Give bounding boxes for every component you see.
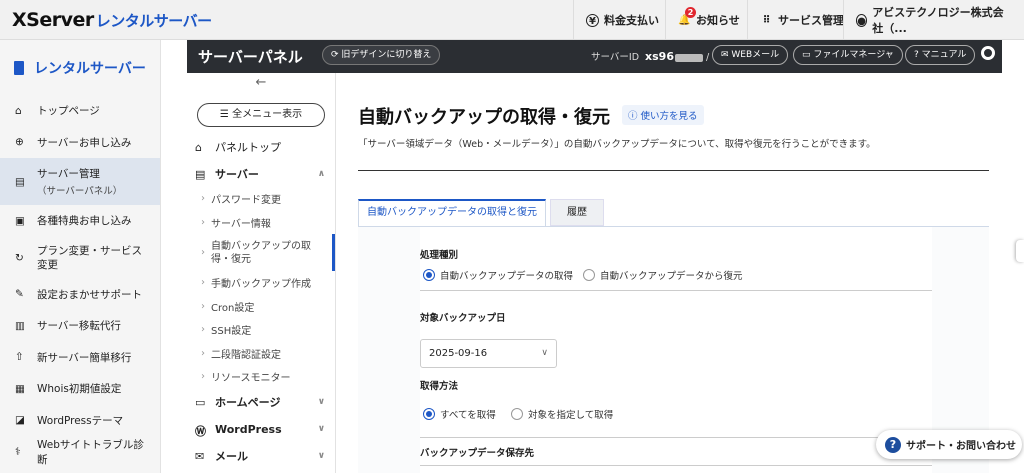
menu-panel-top[interactable]: ⌂ パネルトップ <box>187 133 335 160</box>
menu-item-manual-backup[interactable]: 手動バックアップ作成 <box>187 271 335 295</box>
radio-icon <box>511 408 523 420</box>
window-icon: ▭ <box>195 396 206 409</box>
sidebar-item-plan-change[interactable]: ↻ プラン変更・サービス変更 <box>0 237 160 279</box>
mail-icon: ✉ <box>195 450 205 463</box>
bell-icon: 🔔 2 <box>678 6 696 27</box>
side-drawer-handle[interactable] <box>1016 240 1024 262</box>
method-label: 取得方法 <box>420 381 459 392</box>
file-manager-button[interactable]: ▭ ファイルマネージャ <box>793 45 903 65</box>
radio-restore-backup[interactable]: 自動バックアップデータから復元 <box>583 268 743 282</box>
plus-circle-icon: ⊕ <box>15 136 24 149</box>
save-destination-label: バックアップデータ保存先 <box>420 448 535 459</box>
backup-date-select[interactable]: 2025-09-16 ∨ <box>420 339 557 368</box>
menu-item-auto-backup[interactable]: 自動バックアップの取得・復元 <box>187 234 335 271</box>
sidebar-item-diagnosis[interactable]: ⚕ Webサイトトラブル診断 <box>0 436 160 468</box>
menu-item-resource[interactable]: リソースモニター <box>187 365 335 389</box>
sidebar: レンタルサーバー ⌂ トップページ ⊕ サーバーお申し込み ▤ サーバー管理 （サーバー… <box>0 40 161 473</box>
radio-get-all[interactable]: すべてを取得 <box>423 407 496 421</box>
sidebar-item-easy-migration[interactable]: ⇧ 新サーバー簡単移行 <box>0 342 160 374</box>
divider <box>358 170 989 171</box>
back-arrow-icon[interactable]: ← <box>187 73 335 95</box>
menu-item-cron[interactable]: Cron設定 <box>187 295 335 319</box>
theme-icon: ◪ <box>15 414 25 427</box>
divider <box>420 290 932 291</box>
server-panel-bar: サーバーパネル ⟳ 旧デザインに切り替え サーバーID xs96 / ✉ WEBメ… <box>187 40 1002 73</box>
refresh-icon: ↻ <box>15 251 24 264</box>
xserver-logo[interactable]: XServer レンタルサーバー <box>12 9 212 31</box>
gear-icon[interactable] <box>981 46 995 60</box>
menu-item-server-info[interactable]: サーバー情報 <box>187 211 335 235</box>
main-content: 自動バックアップの取得・復元 ⓘ 使い方を見る 「サーバー領域データ（Web・メ… <box>358 73 998 474</box>
radio-icon <box>583 269 595 281</box>
wordpress-icon: Ⓦ <box>195 425 206 438</box>
sidebar-item-benefits[interactable]: ▣ 各種特典お申し込み <box>0 205 160 237</box>
top-header: XServer レンタルサーバー ¥ 料金支払い 🔔 2 お知らせ ⠿ サービス管理 ● ア… <box>0 0 1024 40</box>
account-menu[interactable]: ● アビステクノロジー株式会社（... <box>843 0 1024 40</box>
stethoscope-icon: ⚕ <box>15 445 21 458</box>
service-manage-link[interactable]: ⠿ サービス管理 <box>747 0 856 40</box>
home-icon: ⌂ <box>15 104 22 117</box>
payment-link[interactable]: ¥ 料金支払い <box>573 0 671 40</box>
upload-icon: ⇧ <box>15 351 24 364</box>
sidebar-item-migration[interactable]: ▥ サーバー移転代行 <box>0 310 160 342</box>
server-icon: ▤ <box>15 175 25 188</box>
server-menu: ← ☰ 全メニュー表示 ⌂パネルトップ ▤サーバー∧ パスワード変更 サーバー情… <box>187 73 336 473</box>
radio-get-backup[interactable]: 自動バックアップデータの取得 <box>423 268 573 282</box>
document-icon: ▦ <box>15 382 25 395</box>
server-id: サーバーID xs96 / <box>591 50 710 63</box>
tab-history[interactable]: 履歴 <box>550 199 604 226</box>
sidebar-item-server-manage[interactable]: ▤ サーバー管理 （サーバーパネル） <box>0 158 160 205</box>
menu-item-ssh[interactable]: SSH設定 <box>187 318 335 342</box>
panel-title: サーバーパネル <box>198 48 303 66</box>
sidebar-item-top[interactable]: ⌂ トップページ <box>0 95 160 127</box>
page-title: 自動バックアップの取得・復元 <box>358 107 610 128</box>
sidebar-item-setup-support[interactable]: ✎ 設定おまかせサポート <box>0 279 160 311</box>
sidebar-item-whois[interactable]: ▦ Whois初期値設定 <box>0 373 160 405</box>
truck-icon: ▥ <box>15 319 25 332</box>
page-description: 「サーバー領域データ（Web・メールデータ）」の自動バックアップデータについて、… <box>358 139 876 150</box>
sidebar-title[interactable]: レンタルサーバー <box>0 40 160 95</box>
user-icon: ● <box>856 13 868 27</box>
menu-wordpress[interactable]: Ⓦ WordPress ∨ <box>187 416 335 443</box>
yen-icon: ¥ <box>586 13 599 27</box>
process-type-label: 処理種別 <box>420 250 459 261</box>
home-icon: ⌂ <box>195 140 202 154</box>
webmail-button[interactable]: ✉ WEBメール <box>712 45 789 65</box>
menu-mail[interactable]: ✉ メール ∨ <box>187 443 335 470</box>
server-icon: ▤ <box>195 167 206 181</box>
all-menu-button[interactable]: ☰ 全メニュー表示 <box>197 103 325 127</box>
menu-homepage[interactable]: ▭ ホームページ ∨ <box>187 389 335 416</box>
help-link[interactable]: ⓘ 使い方を見る <box>622 105 704 125</box>
grid-icon: ⠿ <box>762 14 771 26</box>
form-area: 処理種別 自動バックアップデータの取得 自動バックアップデータから復元 対象バッ… <box>420 227 932 474</box>
menu-item-2fa[interactable]: 二段階認証設定 <box>187 342 335 366</box>
manual-button[interactable]: ? マニュアル <box>905 45 976 65</box>
chevron-down-icon: ∨ <box>541 348 548 358</box>
chevron-down-icon: ∨ <box>317 451 325 461</box>
redacted-block <box>674 53 703 62</box>
wrench-icon: ✎ <box>15 288 24 301</box>
gift-icon: ▣ <box>15 214 25 227</box>
tab-backup-restore[interactable]: 自動バックアップデータの取得と復元 <box>358 199 546 226</box>
question-icon: ? <box>885 436 901 453</box>
divider <box>420 465 932 466</box>
book-icon <box>14 60 24 75</box>
divider <box>420 437 932 438</box>
chevron-down-icon: ∨ <box>317 424 325 434</box>
sidebar-item-server-apply[interactable]: ⊕ サーバーお申し込み <box>0 127 160 159</box>
chevron-down-icon: ∨ <box>317 397 325 407</box>
support-button[interactable]: ? サポート・お問い合わせ <box>876 430 1022 459</box>
radio-selected-icon <box>423 269 435 281</box>
radio-get-specified[interactable]: 対象を指定して取得 <box>511 407 613 421</box>
menu-server[interactable]: ▤ サーバー ∧ <box>187 160 335 187</box>
menu-item-password[interactable]: パスワード変更 <box>187 187 335 211</box>
chevron-up-icon: ∧ <box>317 168 325 179</box>
sidebar-item-wp-theme[interactable]: ◪ WordPressテーマ <box>0 405 160 437</box>
old-design-button[interactable]: ⟳ 旧デザインに切り替え <box>322 45 441 65</box>
radio-selected-icon <box>423 408 435 420</box>
notice-link[interactable]: 🔔 2 お知らせ <box>665 0 752 40</box>
backup-date-label: 対象バックアップ日 <box>420 313 506 324</box>
notice-badge: 2 <box>685 6 696 18</box>
